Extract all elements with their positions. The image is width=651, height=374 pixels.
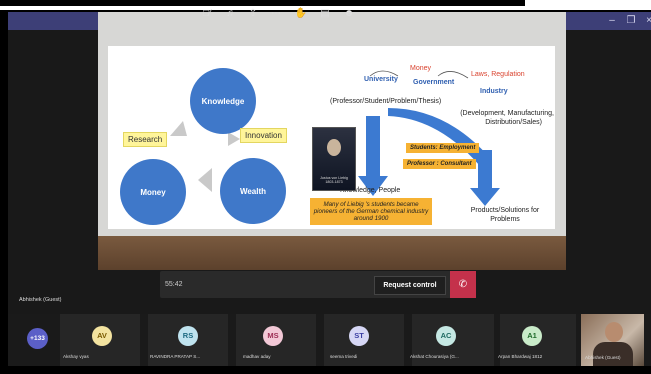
circle-knowledge: Knowledge	[190, 68, 256, 134]
label-university: University	[364, 76, 398, 83]
box-innovation: Innovation	[240, 128, 287, 143]
share-icon[interactable]: ⇧	[242, 0, 264, 27]
presenter-label: Abhishek (Guest)	[19, 297, 62, 303]
label-development-1: (Development, Manufacturing,	[460, 110, 554, 117]
avatar: A1	[522, 326, 542, 346]
participant-name: RAVINDRA PRATAP S...	[150, 354, 201, 359]
mic-off-icon[interactable]: ♫	[219, 0, 241, 27]
participant-name: Arpan Bhardwaj 1812	[498, 354, 543, 359]
arrow-head-right	[470, 188, 500, 206]
label-laws: Laws, Regulation	[471, 71, 525, 78]
avatar: MS	[263, 326, 283, 346]
badge-students-employment: Students: Employment	[406, 143, 480, 153]
more-icon[interactable]: ⋯	[265, 0, 287, 27]
participants-icon[interactable]: ☻	[338, 0, 360, 27]
participant-name: Akshay vyas	[63, 354, 89, 359]
circle-wealth: Wealth	[220, 158, 286, 224]
laws-curve	[437, 71, 469, 79]
self-video-tile[interactable]: Abhishek (Guest)	[581, 314, 644, 366]
label-development-2: Distribution/Sales)	[485, 119, 542, 126]
hang-up-icon: ✆	[458, 279, 468, 290]
overflow-participants-button[interactable]: +133	[27, 328, 48, 349]
arrow-knowledge-innovation	[228, 132, 240, 146]
portrait-face	[327, 139, 341, 156]
close-button[interactable]: ×	[638, 12, 651, 30]
avatar: RS	[178, 326, 198, 346]
arrow-wealth-money	[198, 168, 212, 192]
liebig-portrait: Justus von Liebig 1803-1873	[312, 127, 356, 191]
portrait-caption: Justus von Liebig 1803-1873	[320, 176, 348, 184]
participant-name: seema trivedi	[330, 354, 358, 359]
self-name: Abhishek (Guest)	[585, 355, 621, 360]
label-professor-line: (Professor/Student/Problem/Thesis)	[330, 98, 442, 105]
badge-professor-consultant: Professor : Consultant	[403, 159, 476, 169]
avatar: AC	[436, 326, 456, 346]
label-government: Government	[413, 79, 455, 86]
floor	[98, 236, 566, 270]
arrow-shaft-right	[478, 150, 492, 188]
label-industry: Industry	[480, 88, 508, 95]
chat-icon[interactable]: ▤	[314, 0, 336, 27]
participant-name: madhav aday	[243, 354, 271, 359]
arrow-shaft-left	[366, 116, 380, 176]
participant-name: Akshat Chourasiya (G...	[410, 354, 459, 359]
circle-money: Money	[120, 159, 186, 225]
label-money: Money	[410, 65, 432, 72]
avatar: AV	[92, 326, 112, 346]
box-research: Research	[123, 132, 168, 147]
label-products-1: Products/Solutions for	[470, 207, 540, 214]
self-video-body	[593, 342, 633, 366]
raise-hand-icon[interactable]: ✋	[290, 0, 312, 27]
liebig-note: Many of Liebig 's students became pionee…	[310, 198, 432, 225]
arrow-money-research	[170, 121, 187, 136]
avatar: ST	[349, 326, 369, 346]
request-control-button[interactable]: Request control	[374, 276, 446, 295]
self-video-head	[605, 322, 623, 342]
label-products-2: Problems	[490, 216, 520, 223]
hang-up-button[interactable]: ✆	[450, 271, 476, 298]
camera-off-icon[interactable]: □⁄	[196, 0, 218, 27]
meeting-timer: 55:42	[165, 281, 183, 288]
